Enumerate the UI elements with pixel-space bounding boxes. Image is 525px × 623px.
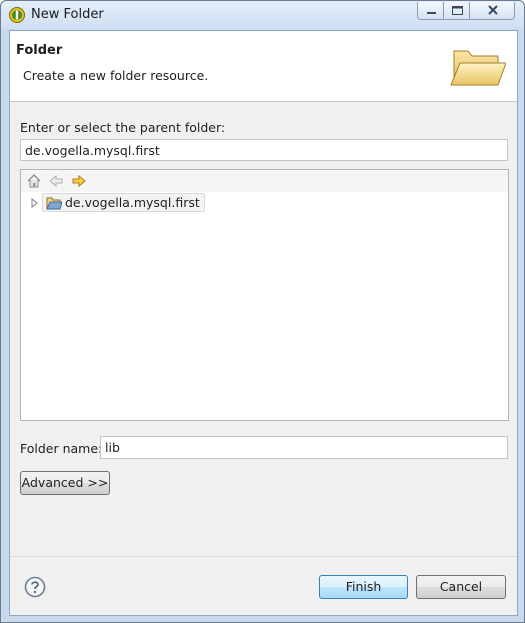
finish-button[interactable]: Finish [319,575,408,599]
open-project-folder-icon [46,197,62,210]
eclipse-app-icon [9,7,25,23]
parent-folder-input[interactable] [20,139,508,161]
help-icon[interactable] [24,576,46,598]
folder-tree[interactable]: de.vogella.mysql.first [20,169,509,421]
window-title: New Folder [31,7,104,22]
folder-name-input[interactable] [100,436,508,459]
tree-toolbar [21,170,508,192]
home-icon[interactable] [26,173,42,189]
folder-name-label: Folder name: [20,441,103,456]
maximize-button[interactable] [443,2,470,20]
maximize-icon [452,6,463,15]
close-icon [488,5,498,15]
tree-item-label: de.vogella.mysql.first [65,195,200,210]
advanced-button[interactable]: Advanced >> [20,471,110,495]
close-button[interactable] [469,2,515,20]
wizard-banner: Folder Create a new folder resource. [10,31,517,102]
cancel-button[interactable]: Cancel [416,575,506,599]
banner-title: Folder [16,43,63,58]
tree-item-project[interactable]: de.vogella.mysql.first [42,193,205,212]
title-bar[interactable]: New Folder [1,1,524,29]
expand-triangle-icon[interactable] [29,198,39,208]
dialog-client-area: Folder Create a new folder resource. Ent… [9,30,518,616]
button-bar-separator [10,556,517,557]
new-folder-window: New Folder Folder Create a new folder re… [0,0,525,623]
forward-arrow-icon[interactable] [71,173,87,189]
folder-wizard-icon [450,50,506,86]
banner-message: Create a new folder resource. [23,68,209,83]
minimize-icon [427,12,436,14]
parent-folder-label: Enter or select the parent folder: [20,120,226,135]
back-arrow-icon[interactable] [48,173,64,189]
minimize-button[interactable] [417,2,444,20]
